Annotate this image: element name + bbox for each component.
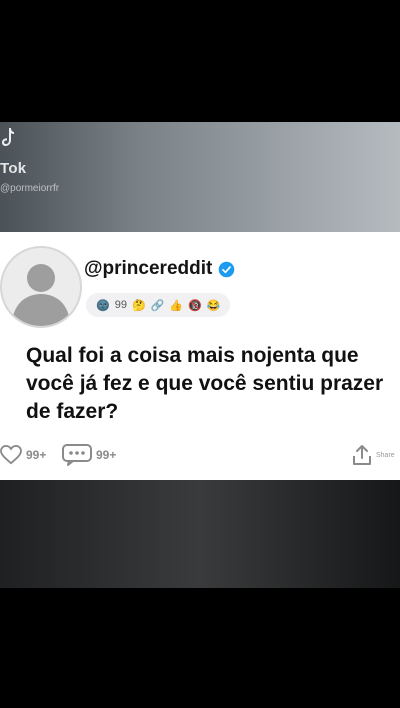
badge: 👍 <box>169 299 184 312</box>
username[interactable]: @princereddit <box>84 258 212 280</box>
comment-count: 99+ <box>96 448 117 462</box>
share-label: Share <box>376 451 395 459</box>
tiktok-brand-text: Tok <box>0 160 27 177</box>
video-background-top <box>0 122 400 234</box>
like-button[interactable]: 99+ <box>0 445 46 465</box>
username-row: @princereddit <box>84 258 235 280</box>
verified-icon <box>219 261 235 277</box>
badge: 🌚 <box>96 299 110 312</box>
comment-icon <box>62 444 92 466</box>
post-question: Qual foi a coisa mais nojenta que você j… <box>26 344 384 423</box>
badge: 🔞 <box>188 299 202 312</box>
badge: 99 <box>114 299 127 311</box>
tiktok-watermark-handle: @pormeiorrfr <box>0 183 60 194</box>
avatar[interactable] <box>0 246 82 328</box>
like-count: 99+ <box>26 448 47 462</box>
tiktok-icon <box>2 128 14 146</box>
comment-button[interactable]: 99+ <box>62 444 116 466</box>
badge: 🔗 <box>150 299 165 312</box>
heart-icon <box>0 445 22 465</box>
video-background-bottom <box>0 478 400 588</box>
share-icon <box>353 445 371 465</box>
badge-row: 🌚 99 🤔 🔗 👍 🔞 😂 <box>86 293 231 317</box>
action-bar: 99+ 99+ Share <box>0 441 400 469</box>
badge: 🤔 <box>131 299 146 312</box>
share-button[interactable]: Share <box>352 444 395 466</box>
post-card: @princereddit 🌚 99 🤔 🔗 👍 🔞 😂 Qual foi a … <box>0 232 400 480</box>
badge: 😂 <box>206 299 221 312</box>
